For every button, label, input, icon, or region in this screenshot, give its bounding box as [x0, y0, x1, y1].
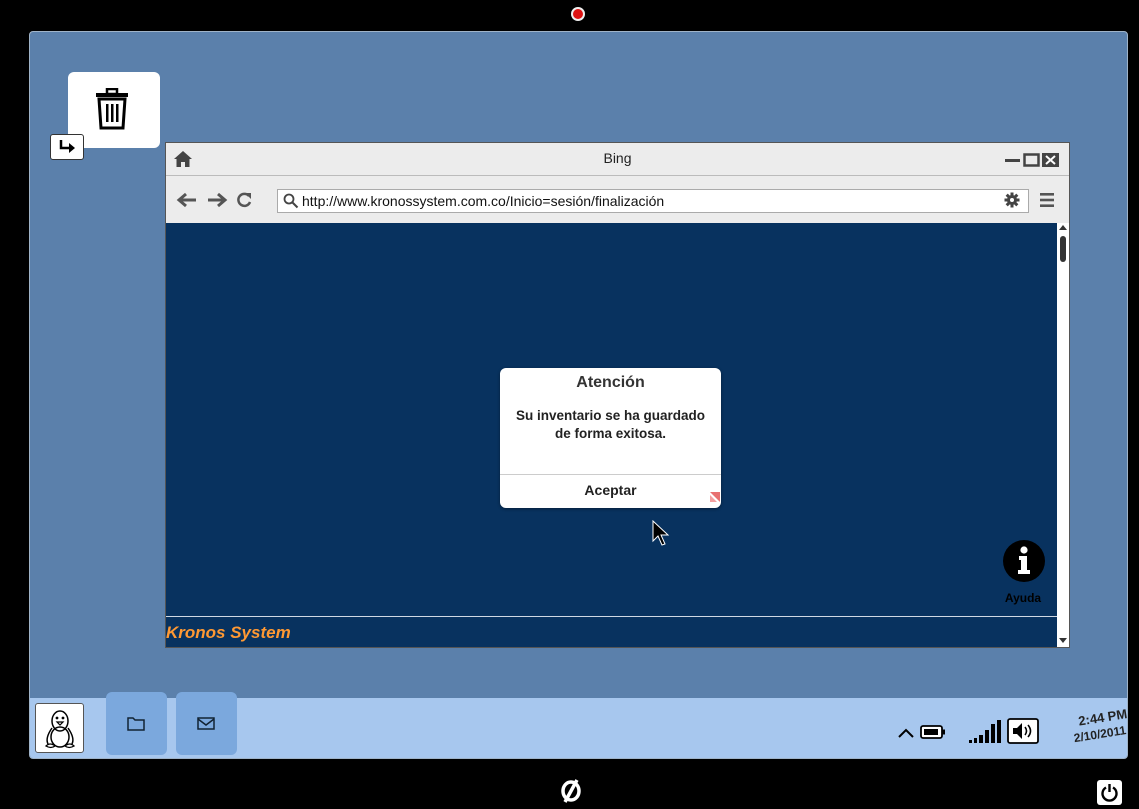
search-icon: [283, 193, 299, 209]
resize-handle-icon[interactable]: [710, 492, 720, 502]
forward-arrow-icon[interactable]: [206, 192, 228, 208]
page-content: Atención Su inventario se ha guardado de…: [166, 223, 1057, 647]
speaker-icon[interactable]: [1007, 718, 1039, 744]
browser-window: Bing http://www.kronossystem.com.co/Inic…: [165, 142, 1070, 648]
close-icon[interactable]: [1042, 153, 1060, 167]
vertical-scrollbar[interactable]: [1057, 223, 1069, 647]
mouse-cursor-icon: [652, 520, 670, 546]
camera-dot: [571, 7, 585, 21]
help-label[interactable]: Ayuda: [996, 591, 1050, 605]
accept-button[interactable]: Aceptar: [500, 475, 721, 508]
footer-divider: [166, 616, 1057, 617]
power-icon: [1101, 784, 1118, 802]
mail-icon: [197, 717, 215, 730]
alert-dialog: Atención Su inventario se ha guardado de…: [500, 368, 721, 508]
url-input[interactable]: [302, 190, 992, 212]
linux-penguin-icon: [44, 710, 76, 749]
mail-taskbar-button[interactable]: [176, 692, 237, 755]
desktop-screen: Bing http://www.kronossystem.com.co/Inic…: [29, 31, 1128, 759]
trash-icon: [96, 88, 128, 130]
browser-navbar: [166, 176, 1069, 223]
info-icon[interactable]: [1003, 540, 1045, 582]
folder-icon: [127, 717, 145, 731]
hamburger-menu-icon[interactable]: [1039, 192, 1055, 208]
battery-icon[interactable]: [920, 725, 946, 739]
browser-titlebar[interactable]: Bing: [166, 143, 1069, 176]
start-button[interactable]: [35, 703, 84, 753]
power-button[interactable]: [1097, 780, 1122, 805]
taskbar: 2:44 PM 2/10/2011: [30, 692, 1127, 758]
scroll-down-arrow[interactable]: [1059, 638, 1067, 643]
address-bar[interactable]: [277, 189, 1029, 213]
browser-title: Bing: [603, 150, 632, 166]
gear-icon[interactable]: [1004, 192, 1020, 208]
folder-taskbar-button[interactable]: [106, 692, 167, 755]
back-arrow-icon[interactable]: [176, 192, 198, 208]
shortcut-arrow-icon: [59, 140, 75, 153]
shortcut-badge: [50, 134, 84, 160]
signal-icon[interactable]: [968, 720, 1002, 744]
maximize-icon[interactable]: [1023, 153, 1041, 167]
dialog-title: Atención: [576, 374, 645, 391]
scroll-thumb[interactable]: [1060, 236, 1066, 262]
dialog-message: Su inventario se ha guardado de forma ex…: [515, 408, 706, 441]
scroll-up-arrow[interactable]: [1059, 225, 1067, 230]
chevron-up-icon[interactable]: [898, 728, 914, 738]
home-icon[interactable]: [173, 150, 193, 168]
minimize-icon[interactable]: [1004, 153, 1022, 167]
footer-brand: Kronos System: [166, 623, 291, 642]
home-logo-icon[interactable]: [560, 777, 582, 803]
reload-icon[interactable]: [235, 191, 253, 209]
